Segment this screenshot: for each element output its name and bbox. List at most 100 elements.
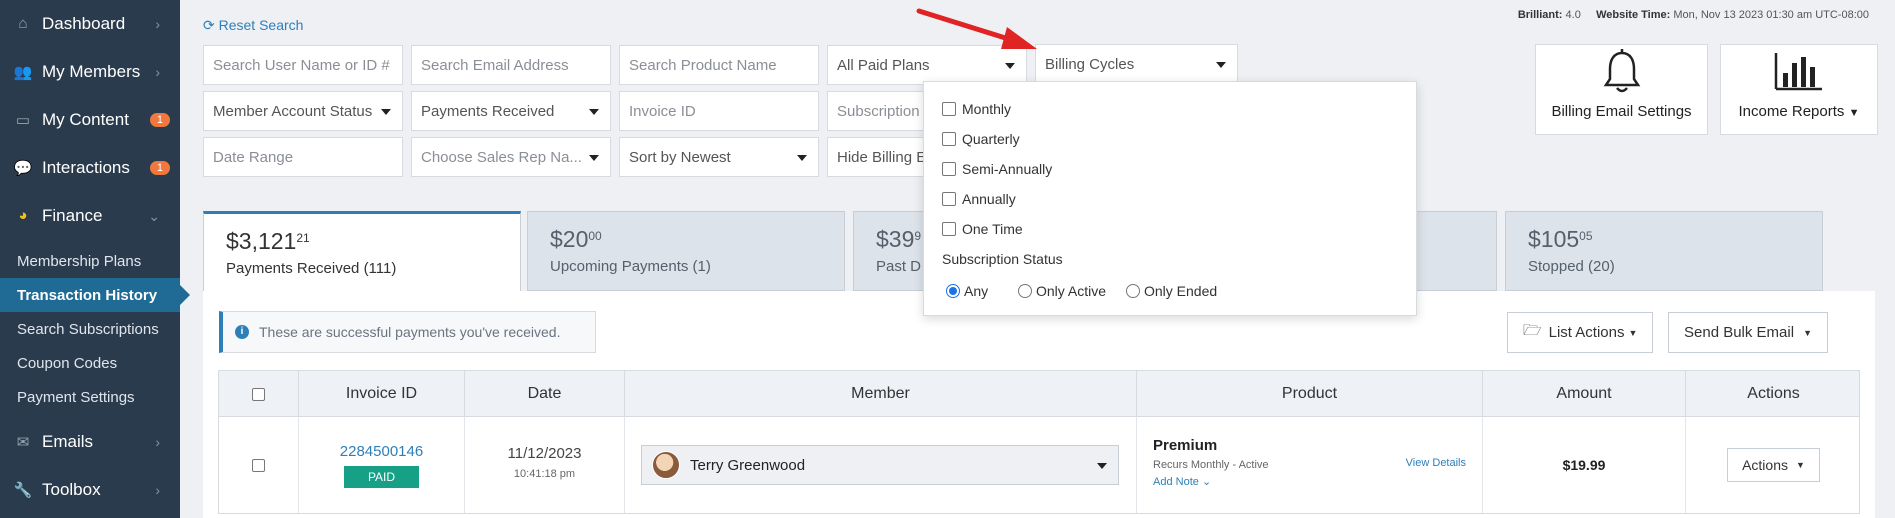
sidebar-item-finance[interactable]: ◕ Finance ⌄ [0,192,180,240]
billing-option-semi-annually[interactable]: Semi-Annually [942,161,1052,177]
sidebar-item-interactions[interactable]: 💬 Interactions 1 [0,144,180,192]
option-label: Any [964,283,989,299]
column-header[interactable]: Actions [1686,371,1861,417]
row-checkbox[interactable] [252,458,265,472]
column-header[interactable]: Invoice ID [299,371,465,417]
search-product-input[interactable]: Search Product Name [619,45,819,85]
checkbox[interactable] [942,222,956,236]
chevron-right-icon: › [155,434,160,450]
select-all-cell [219,371,299,417]
tab-label: Payments Received (111) [226,260,397,277]
actions-cell: Actions ▼ [1686,417,1861,513]
status-option-only-active[interactable]: Only Active [1018,283,1106,299]
column-header[interactable]: Member [625,371,1137,417]
checkbox[interactable] [942,162,956,176]
column-header[interactable]: Amount [1483,371,1686,417]
sidebar-item-label: My Members [42,62,141,81]
tab-amount: $10505 [1528,226,1822,253]
main-content: ⟳ Reset Search Brilliant: 4.0 Website Ti… [180,0,1895,518]
reset-search-link[interactable]: ⟳ Reset Search [203,17,303,34]
notification-badge: 1 [149,161,170,175]
add-note-link[interactable]: Add Note ⌄ [1153,475,1482,488]
annotation-arrow [916,8,1037,49]
billing-option-annually[interactable]: Annually [942,191,1016,207]
income-reports-button[interactable]: Income Reports ▼ [1720,44,1878,135]
tab-payments-received[interactable]: $3,12121 Payments Received (111) [203,211,521,291]
tab-stopped[interactable]: $10505 Stopped (20) [1505,211,1823,291]
option-label: Semi-Annually [962,161,1053,177]
list-actions-button[interactable]: 🗁 List Actions ▼ [1507,312,1654,353]
billing-option-quarterly[interactable]: Quarterly [942,131,1020,147]
tab-amount-dollars: $3,121 [226,228,297,254]
product-cell: Premium Recurs Monthly - Active Add Note… [1137,417,1483,513]
view-details-link[interactable]: View Details [1406,457,1466,469]
caret-down-icon: ▼ [1796,460,1805,470]
row-actions-button[interactable]: Actions ▼ [1727,448,1820,482]
sidebar-item-label: Dashboard [42,14,126,33]
sidebar-item-label: Interactions [42,158,130,177]
sidebar-item-emails[interactable]: ✉ Emails › [0,418,180,466]
billing-option-monthly[interactable]: Monthly [942,101,1011,117]
caret-down-icon: ▼ [1848,107,1860,119]
checkbox[interactable] [942,102,956,116]
brilliant-version: 4.0 [1565,9,1581,21]
checkbox[interactable] [942,192,956,206]
billing-cycles-select[interactable]: Billing Cycles [1035,44,1238,84]
send-bulk-email-label: Send Bulk Email [1684,324,1795,341]
date-value: 11/12/2023 [507,445,582,462]
chevron-right-icon: › [155,64,160,80]
search-email-input[interactable]: Search Email Address [411,45,611,85]
subscription-status-title: Subscription Status [942,251,1063,267]
sidebar-item-membership-plans[interactable]: Membership Plans [0,244,180,278]
tab-amount-dollars: $20 [550,226,589,252]
radio-button[interactable] [946,284,960,298]
status-option-any[interactable]: Any [946,283,988,299]
list-actions-label: List Actions [1548,324,1625,341]
option-label: Annually [962,191,1016,207]
sidebar-item-content[interactable]: ▭ My Content 1 [0,96,180,144]
member-name: Terry Greenwood [690,456,806,474]
sidebar-item-search-subscriptions[interactable]: Search Subscriptions [0,312,180,346]
option-label: Only Ended [1144,283,1218,299]
send-bulk-email-button[interactable]: Send Bulk Email ▼ [1668,312,1828,353]
row-actions-label: Actions [1742,457,1788,473]
site-meta: Brilliant: 4.0 Website Time: Mon, Nov 13… [1518,9,1869,21]
account-status-select[interactable]: Member Account Status [203,91,403,131]
invoice-id-input[interactable]: Invoice ID [619,91,819,131]
folder-icon: ▭ [15,112,31,129]
search-user-input[interactable]: Search User Name or ID # [203,45,403,85]
wrench-icon: 🔧 [13,482,33,499]
sidebar-item-transaction-history[interactable]: Transaction History [0,278,190,312]
sidebar-item-payment-settings[interactable]: Payment Settings [0,380,180,414]
radio-button[interactable] [1126,284,1140,298]
radio-button[interactable] [1018,284,1032,298]
billing-email-settings-button[interactable]: Billing Email Settings [1535,44,1708,135]
billing-option-one-time[interactable]: One Time [942,221,1023,237]
sidebar-item-dashboard[interactable]: ⌂ Dashboard › [0,0,180,48]
tab-label: Upcoming Payments (1) [550,258,711,275]
sidebar-item-members[interactable]: 👥 My Members › [0,48,180,96]
status-badge: PAID [343,466,420,488]
bell-icon [1603,49,1640,93]
payments-received-select[interactable]: Payments Received [411,91,611,131]
checkbox[interactable] [942,132,956,146]
sidebar-item-coupon-codes[interactable]: Coupon Codes [0,346,180,380]
date-range-input[interactable]: Date Range [203,137,403,177]
tab-amount-cents: 00 [588,229,602,243]
status-option-only-ended[interactable]: Only Ended [1126,283,1217,299]
select-all-checkbox[interactable] [252,387,265,401]
tab-upcoming-payments[interactable]: $2000 Upcoming Payments (1) [527,211,845,291]
column-header[interactable]: Date [465,371,625,417]
sidebar-item-label: Toolbox [42,480,101,499]
sales-rep-select[interactable]: Choose Sales Rep Na... [411,137,611,177]
member-select[interactable]: Terry Greenwood [641,445,1119,485]
info-notice: i These are successful payments you've r… [219,311,596,353]
invoice-link[interactable]: 2284500146 [299,443,464,460]
caret-down-icon: ▼ [1628,327,1638,338]
column-header[interactable]: Product [1137,371,1483,417]
sort-select[interactable]: Sort by Newest [619,137,819,177]
sidebar-item-toolbox[interactable]: 🔧 Toolbox › [0,466,180,514]
date-cell: 11/12/2023 10:41:18 pm [465,417,625,513]
billing-email-label: Billing Email Settings [1551,103,1692,120]
brilliant-label: Brilliant: [1517,9,1563,21]
